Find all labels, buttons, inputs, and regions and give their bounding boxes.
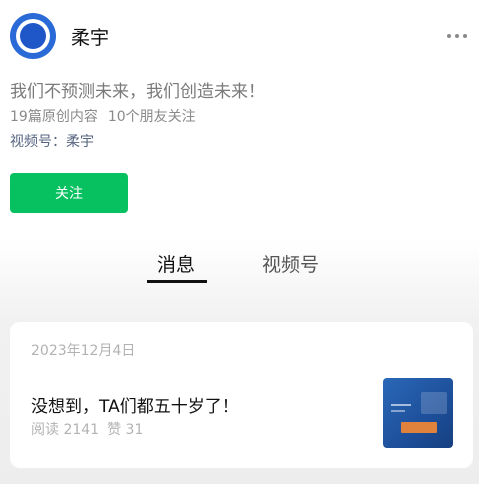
channel-link[interactable]: 视频号：柔宇 (10, 131, 94, 151)
tab-messages[interactable]: 消息 (146, 250, 207, 283)
thumbnail-graphic (391, 410, 405, 412)
article-meta: 阅读 2141 赞 31 (31, 419, 143, 439)
thumbnail-badge (401, 422, 437, 433)
like-count: 赞 31 (107, 422, 144, 438)
more-options-button[interactable] (447, 28, 467, 44)
article-title[interactable]: 没想到，TA们都五十岁了！ (31, 392, 239, 417)
more-dots-icon (455, 34, 459, 38)
profile-header: 柔宇 (10, 12, 467, 60)
content-tabs: 消息 视频号 (0, 250, 479, 286)
more-dots-icon (447, 34, 451, 38)
read-count: 阅读 2141 (31, 422, 100, 438)
avatar-core (20, 23, 46, 49)
thumbnail-graphic (421, 392, 447, 414)
thumbnail-graphic (391, 404, 411, 406)
original-count: 19篇原创内容 (10, 109, 98, 125)
article-date: 2023年12月4日 (31, 343, 136, 359)
account-avatar[interactable] (10, 13, 56, 59)
article-card[interactable]: 2023年12月4日 没想到，TA们都五十岁了！ 阅读 2141 赞 31 (10, 322, 473, 468)
more-dots-icon (463, 34, 467, 38)
friends-following[interactable]: 10个朋友关注 (108, 109, 196, 125)
follow-button[interactable]: 关注 (10, 173, 128, 213)
account-name: 柔宇 (71, 26, 110, 49)
tab-channels[interactable]: 视频号 (262, 250, 319, 277)
account-bio: 我们不预测未来，我们创造未来！ (10, 82, 265, 102)
article-thumbnail[interactable] (383, 378, 453, 448)
active-tab-indicator (147, 280, 207, 283)
tab-messages-label: 消息 (156, 254, 195, 276)
account-stats: 19篇原创内容 10个朋友关注 (10, 106, 196, 126)
